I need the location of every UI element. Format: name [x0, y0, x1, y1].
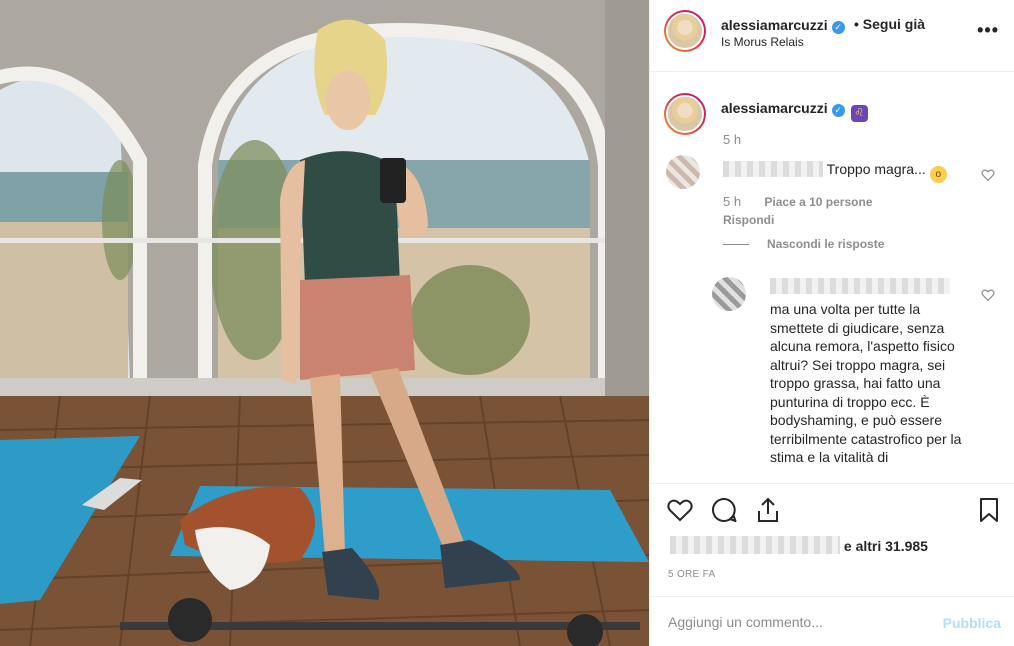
- comment-bubble-icon[interactable]: [710, 496, 738, 524]
- comment-text: Troppo magra...: [826, 161, 926, 177]
- divider-line: [723, 244, 749, 245]
- hide-replies-button[interactable]: Nascondi le risposte: [723, 237, 884, 251]
- verified-badge-icon: ✓: [831, 104, 845, 117]
- post-actions: e altri 31.985 5 ORE FA Pubblica: [650, 483, 1014, 646]
- bookmark-icon[interactable]: [975, 496, 1003, 524]
- more-options-icon[interactable]: •••: [977, 20, 999, 41]
- reply-username-row: [770, 278, 950, 296]
- comment-meta: 5 h Piace a 10 persone: [723, 194, 873, 209]
- author-username-link[interactable]: alessiamarcuzzi ✓: [721, 17, 845, 34]
- likes-count-text[interactable]: e altri 31.985: [844, 538, 928, 554]
- caption-time[interactable]: 5 h: [723, 132, 741, 147]
- caption-avatar[interactable]: [664, 93, 706, 135]
- comments-list[interactable]: alessiamarcuzzi ✓ ♌ 5 h Troppo magra... o 5…: [650, 73, 1014, 483]
- post-detail-panel: alessiamarcuzzi ✓ • Segui già Is Morus Re…: [649, 0, 1014, 646]
- caption-username-link[interactable]: alessiamarcuzzi ✓ ♌: [721, 100, 868, 122]
- author-avatar[interactable]: [664, 10, 706, 52]
- likes-summary[interactable]: e altri 31.985: [670, 536, 928, 554]
- reply-avatar-blurred[interactable]: [712, 277, 746, 311]
- commenter-avatar-blurred[interactable]: [666, 155, 700, 189]
- location-link[interactable]: Is Morus Relais: [721, 35, 804, 49]
- publish-button[interactable]: Pubblica: [943, 615, 1001, 631]
- post-timestamp[interactable]: 5 ORE FA: [668, 569, 715, 580]
- post-image: [0, 0, 649, 646]
- author-username[interactable]: alessiamarcuzzi: [721, 17, 828, 33]
- post-header: alessiamarcuzzi ✓ • Segui già Is Morus Re…: [650, 0, 1014, 72]
- reply-text: ma una volta per tutte la smettete di gi…: [770, 301, 962, 465]
- following-button[interactable]: • Segui già: [854, 16, 925, 32]
- add-comment-bar: Pubblica: [650, 596, 1014, 646]
- hide-replies-label[interactable]: Nascondi le risposte: [767, 237, 884, 251]
- share-icon[interactable]: [754, 496, 782, 524]
- lion-emoji-icon: ♌: [850, 105, 868, 122]
- caption-username[interactable]: alessiamarcuzzi: [721, 100, 828, 116]
- liker-username-blurred[interactable]: [670, 536, 840, 554]
- post-photo[interactable]: [0, 0, 649, 646]
- commenter-username-blurred[interactable]: [723, 161, 823, 177]
- comment-likes-link[interactable]: Piace a 10 persone: [764, 195, 872, 209]
- astonished-emoji-icon: o: [929, 166, 947, 183]
- verified-badge-icon: ✓: [831, 21, 845, 34]
- reply-button[interactable]: Rispondi: [723, 213, 774, 227]
- comment-like-heart-icon[interactable]: [981, 168, 995, 182]
- heart-icon[interactable]: [666, 496, 694, 524]
- comment-time[interactable]: 5 h: [723, 194, 741, 209]
- comment-input[interactable]: [668, 611, 928, 633]
- comment-text-row: Troppo magra... o: [723, 161, 963, 183]
- reply-like-heart-icon[interactable]: [981, 288, 995, 302]
- reply-username-blurred[interactable]: [770, 278, 950, 294]
